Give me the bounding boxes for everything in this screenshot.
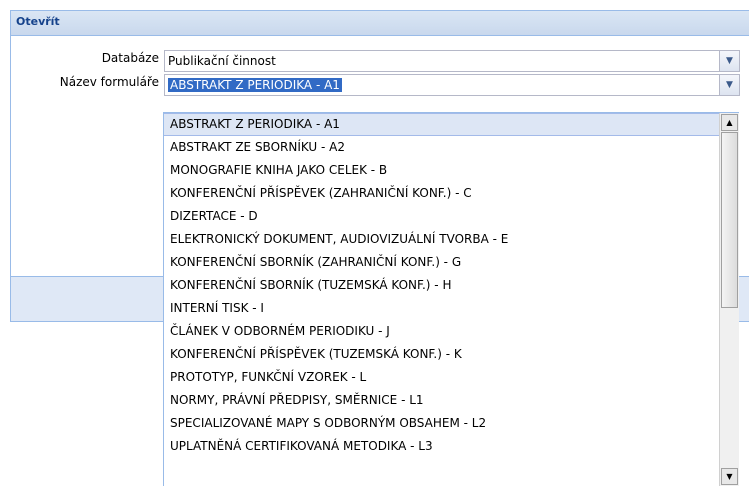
panel-title: Otevřít	[11, 11, 749, 36]
list-item[interactable]: NORMY, PRÁVNÍ PŘEDPISY, SMĚRNICE - L1	[164, 389, 719, 412]
list-item[interactable]: DIZERTACE - D	[164, 205, 719, 228]
list-item[interactable]: SPECIALIZOVANÉ MAPY S ODBORNÝM OBSAHEM -…	[164, 412, 719, 435]
database-label: Databáze	[101, 51, 159, 65]
form-name-dropdown-trigger[interactable]: ▼	[719, 75, 739, 95]
dropdown-items: ABSTRAKT Z PERIODIKA - A1 ABSTRAKT ZE SB…	[164, 113, 719, 486]
list-item[interactable]: ABSTRAKT Z PERIODIKA - A1	[164, 113, 719, 136]
list-item[interactable]: KONFERENČNÍ SBORNÍK (TUZEMSKÁ KONF.) - H	[164, 274, 719, 297]
list-item[interactable]: MONOGRAFIE KNIHA JAKO CELEK - B	[164, 159, 719, 182]
list-item[interactable]: PROTOTYP, FUNKČNÍ VZOREK - L	[164, 366, 719, 389]
list-item[interactable]: ABSTRAKT ZE SBORNÍKU - A2	[164, 136, 719, 159]
list-item[interactable]: KONFERENČNÍ SBORNÍK (ZAHRANIČNÍ KONF.) -…	[164, 251, 719, 274]
form-name-label: Název formuláře	[59, 75, 159, 89]
arrow-down-icon[interactable]: ▼	[721, 468, 738, 485]
dropdown-scrollbar[interactable]: ▲ ▼	[719, 113, 739, 486]
database-value: Publikační činnost	[168, 54, 276, 68]
form-name-dropdown-list[interactable]: ABSTRAKT Z PERIODIKA - A1 ABSTRAKT ZE SB…	[163, 112, 739, 486]
list-item[interactable]: KONFERENČNÍ PŘÍSPĚVEK (TUZEMSKÁ KONF.) -…	[164, 343, 719, 366]
scrollbar-thumb[interactable]	[721, 132, 738, 308]
list-item[interactable]: KONFERENČNÍ PŘÍSPĚVEK (ZAHRANIČNÍ KONF.)…	[164, 182, 719, 205]
list-item[interactable]: ČLÁNEK V ODBORNÉM PERIODIKU - J	[164, 320, 719, 343]
chevron-down-icon: ▼	[726, 55, 733, 66]
database-dropdown-trigger[interactable]: ▼	[719, 51, 739, 71]
list-item[interactable]: UPLATNĚNÁ CERTIFIKOVANÁ METODIKA - L3	[164, 435, 719, 458]
arrow-up-icon[interactable]: ▲	[721, 114, 738, 131]
form-name-combobox[interactable]: ABSTRAKT Z PERIODIKA - A1 ▼	[164, 74, 740, 96]
chevron-down-icon: ▼	[726, 79, 733, 90]
form-name-value[interactable]: ABSTRAKT Z PERIODIKA - A1	[168, 78, 342, 92]
database-combobox[interactable]: Publikační činnost ▼	[164, 50, 740, 72]
list-item[interactable]: ELEKTRONICKÝ DOKUMENT, AUDIOVIZUÁLNÍ TVO…	[164, 228, 719, 251]
list-item[interactable]: INTERNÍ TISK - I	[164, 297, 719, 320]
